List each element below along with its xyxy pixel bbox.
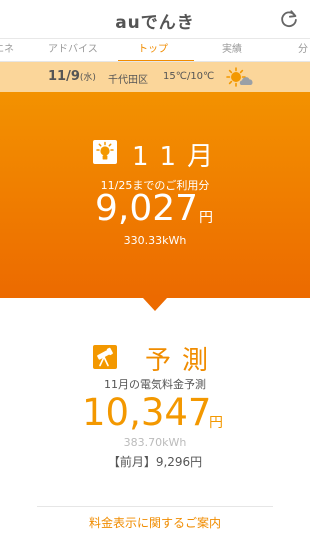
weather-area: 千代田区 — [108, 75, 148, 86]
weather-bar: 11/9(水) 千代田区 15℃/10℃ — [0, 62, 310, 92]
previous-month-amount: 【前月】9,296円 — [107, 455, 203, 469]
current-amount: 9,027 — [95, 188, 199, 229]
tab-analysis[interactable]: 分 — [298, 39, 308, 61]
tab-top[interactable]: トップ — [138, 39, 168, 61]
card-pointer — [143, 298, 167, 311]
weather-temperature: 15℃/10℃ — [163, 71, 215, 82]
forecast-usage-kwh: 383.70kWh — [123, 436, 187, 449]
tab-bar: エネ アドバイス トップ 実績 分 — [0, 38, 310, 62]
weather-date-value: 11/9 — [48, 69, 80, 84]
sun-cloud-icon — [226, 67, 253, 87]
forecast-label: 予測 — [145, 346, 220, 376]
telescope-icon — [93, 345, 117, 369]
fee-info-link[interactable]: 料金表示に関するご案内 — [0, 514, 310, 531]
weather-date: 11/9(水) — [48, 69, 96, 84]
refresh-icon[interactable] — [278, 8, 300, 30]
tab-results[interactable]: 実績 — [222, 39, 242, 61]
app-title: auでんき — [115, 13, 195, 33]
current-usage-kwh: 330.33kWh — [123, 234, 187, 247]
current-amount-unit: 円 — [199, 210, 213, 226]
current-month-label: 11月 — [132, 142, 225, 172]
tab-eco[interactable]: エネ — [0, 39, 14, 61]
forecast-amount: 10,347 — [82, 391, 212, 434]
app-header: auでんき — [0, 0, 310, 38]
tab-advice[interactable]: アドバイス — [48, 39, 98, 61]
footer-divider — [37, 506, 273, 507]
weather-weekday: (水) — [79, 73, 96, 83]
forecast-subtitle: 11月の電気料金予測 — [104, 378, 206, 391]
lightbulb-icon — [93, 140, 117, 164]
forecast-amount-unit: 円 — [209, 415, 223, 431]
